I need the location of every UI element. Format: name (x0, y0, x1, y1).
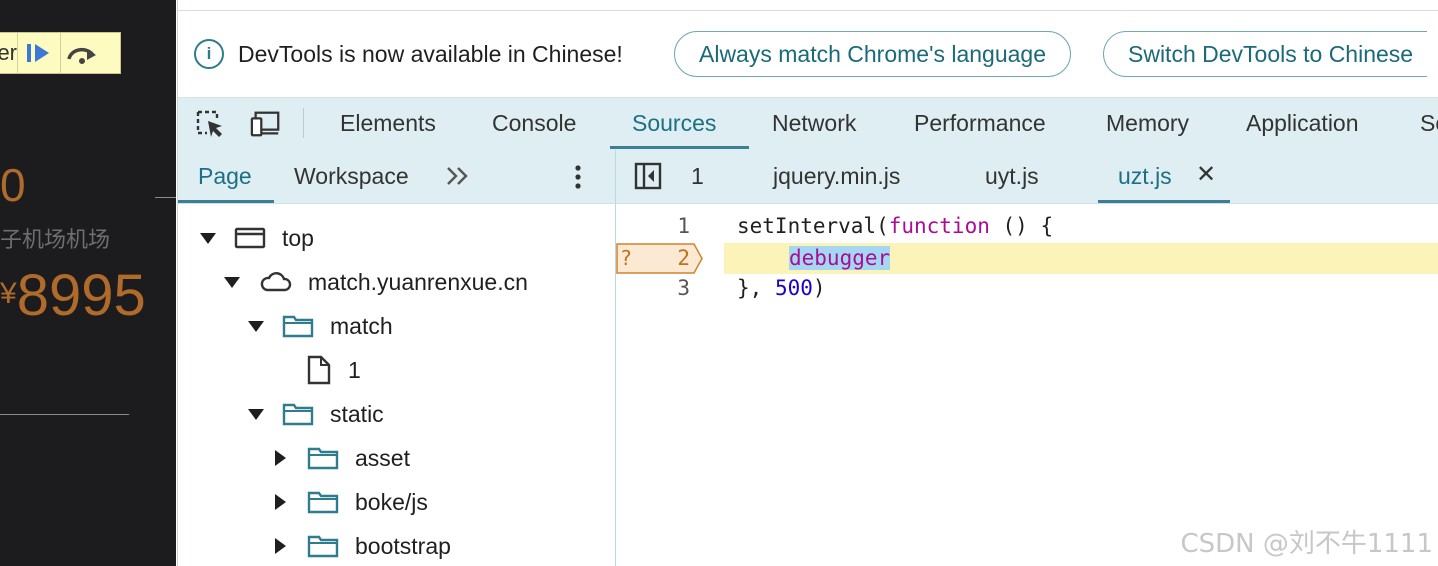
tree-item-folder-boke-js[interactable]: boke/js (272, 482, 428, 522)
resume-button[interactable] (17, 33, 60, 73)
page-text-fragment: 子机场机场 (0, 228, 111, 253)
code-line: 1 setInterval(function () { (616, 211, 1438, 242)
sidebar-toggle-icon (634, 162, 662, 190)
switch-to-chinese-button[interactable]: Switch DevTools to Chinese (1103, 31, 1428, 77)
code-text: debugger (789, 243, 891, 274)
device-toolbar-button[interactable] (250, 108, 282, 140)
tree-item-folder-bootstrap[interactable]: bootstrap (272, 526, 451, 566)
more-tabs-button[interactable] (444, 164, 472, 193)
tree-item-label: bootstrap (355, 532, 451, 559)
folder-icon (307, 446, 339, 470)
code-text: }, 500) (737, 276, 826, 300)
inspected-page: er 0 子机场机场 ¥8995 (0, 0, 176, 566)
active-tab-indicator (1098, 200, 1230, 203)
editor-tab-uzt[interactable]: uzt.js (1118, 150, 1172, 202)
frame-icon (234, 226, 266, 250)
tab-elements[interactable]: Elements (340, 98, 436, 148)
toggle-navigator-button[interactable] (634, 162, 662, 195)
inspect-element-icon (196, 110, 222, 137)
inspect-element-button[interactable] (194, 108, 226, 140)
info-icon: i (194, 39, 224, 69)
always-match-language-button[interactable]: Always match Chrome's language (674, 31, 1071, 77)
execution-highlight: debugger (789, 246, 891, 270)
folder-icon (282, 314, 314, 338)
cloud-icon (258, 270, 292, 294)
close-icon: ✕ (1196, 161, 1217, 188)
tab-performance[interactable]: Performance (914, 98, 1046, 148)
tree-item-folder-asset[interactable]: asset (272, 438, 410, 478)
collapsed-triangle-icon[interactable] (275, 450, 286, 466)
tree-item-label: asset (355, 444, 410, 471)
tab-sources[interactable]: Sources (632, 98, 716, 148)
editor-tab-1[interactable]: 1 (691, 150, 704, 202)
currency-symbol: ¥ (0, 277, 17, 310)
expand-triangle-icon[interactable] (248, 320, 264, 332)
tab-workspace[interactable]: Workspace (294, 150, 409, 202)
tree-item-domain[interactable]: match.yuanrenxue.cn (224, 262, 528, 302)
main-tab-bar: Elements Console Sources Network Perform… (178, 97, 1438, 150)
separator (303, 108, 304, 138)
collapsed-triangle-icon[interactable] (275, 494, 286, 510)
tree-item-label: static (330, 400, 384, 427)
tree-item-folder-match[interactable]: match (248, 306, 393, 346)
close-tab-button[interactable]: ✕ (1196, 150, 1216, 202)
expand-triangle-icon[interactable] (224, 276, 240, 288)
active-tab-indicator (178, 200, 274, 203)
tab-network[interactable]: Network (772, 98, 856, 148)
tab-page[interactable]: Page (198, 150, 252, 202)
active-tab-indicator (610, 146, 749, 149)
file-icon (306, 355, 332, 385)
tree-item-label: top (282, 224, 314, 251)
expand-triangle-icon[interactable] (200, 232, 216, 244)
devtools-panel: i DevTools is now available in Chinese! … (177, 0, 1438, 566)
tab-application[interactable]: Application (1246, 98, 1359, 148)
divider (155, 197, 176, 198)
code-line: 3 }, 500) (616, 273, 1438, 304)
device-toggle-icon (250, 111, 280, 137)
navigator-tab-bar: Page Workspace (178, 150, 615, 204)
tab-memory[interactable]: Memory (1106, 98, 1189, 148)
line-number[interactable]: 3 (616, 273, 690, 304)
code-line-paused: debugger (616, 243, 1438, 274)
folder-icon (307, 534, 339, 558)
infobar-message: DevTools is now available in Chinese! (238, 40, 623, 67)
kebab-menu-icon (575, 165, 581, 189)
folder-icon (282, 402, 314, 426)
tree-item-label: match (330, 312, 393, 339)
tree-item-label: match.yuanrenxue.cn (308, 268, 528, 295)
watermark: CSDN @刘不牛1111 (1180, 529, 1433, 559)
tree-item-label: 1 (348, 356, 361, 383)
navigator-pane: Page Workspace top match.yuanrenxue.cn m… (178, 150, 616, 566)
paused-in-debugger-bar: er (0, 32, 121, 74)
tree-item-folder-static[interactable]: static (248, 394, 384, 434)
expand-triangle-icon[interactable] (248, 408, 264, 420)
page-number-fragment: 0 (0, 159, 26, 211)
tree-item-top[interactable]: top (200, 218, 314, 258)
tab-console[interactable]: Console (492, 98, 576, 148)
code-text: setInterval(function () { (737, 214, 1054, 238)
language-infobar: i DevTools is now available in Chinese! … (178, 11, 1438, 97)
collapsed-triangle-icon[interactable] (275, 538, 286, 554)
divider (0, 414, 129, 415)
editor-tab-bar: 1 jquery.min.js uyt.js uzt.js ✕ (616, 150, 1438, 204)
chevron-double-right-icon (447, 167, 468, 185)
source-editor: 1 jquery.min.js uyt.js uzt.js ✕ ? 2 1 se… (616, 150, 1438, 566)
tab-sources-overflow[interactable]: So (1420, 98, 1438, 148)
step-over-button[interactable] (60, 33, 103, 73)
price-value: 8995 (16, 263, 146, 328)
editor-tab-jquery[interactable]: jquery.min.js (773, 150, 900, 202)
step-over-icon (67, 47, 96, 64)
more-options-button[interactable] (573, 164, 583, 195)
tree-item-label: boke/js (355, 488, 428, 515)
tree-item-file-1[interactable]: 1 (306, 350, 361, 390)
price-fragment: ¥8995 (0, 262, 146, 329)
folder-icon (307, 490, 339, 514)
editor-tab-uyt[interactable]: uyt.js (985, 150, 1039, 202)
line-number[interactable]: 1 (616, 211, 690, 242)
resume-icon (27, 44, 49, 62)
paused-label: er (0, 40, 17, 65)
